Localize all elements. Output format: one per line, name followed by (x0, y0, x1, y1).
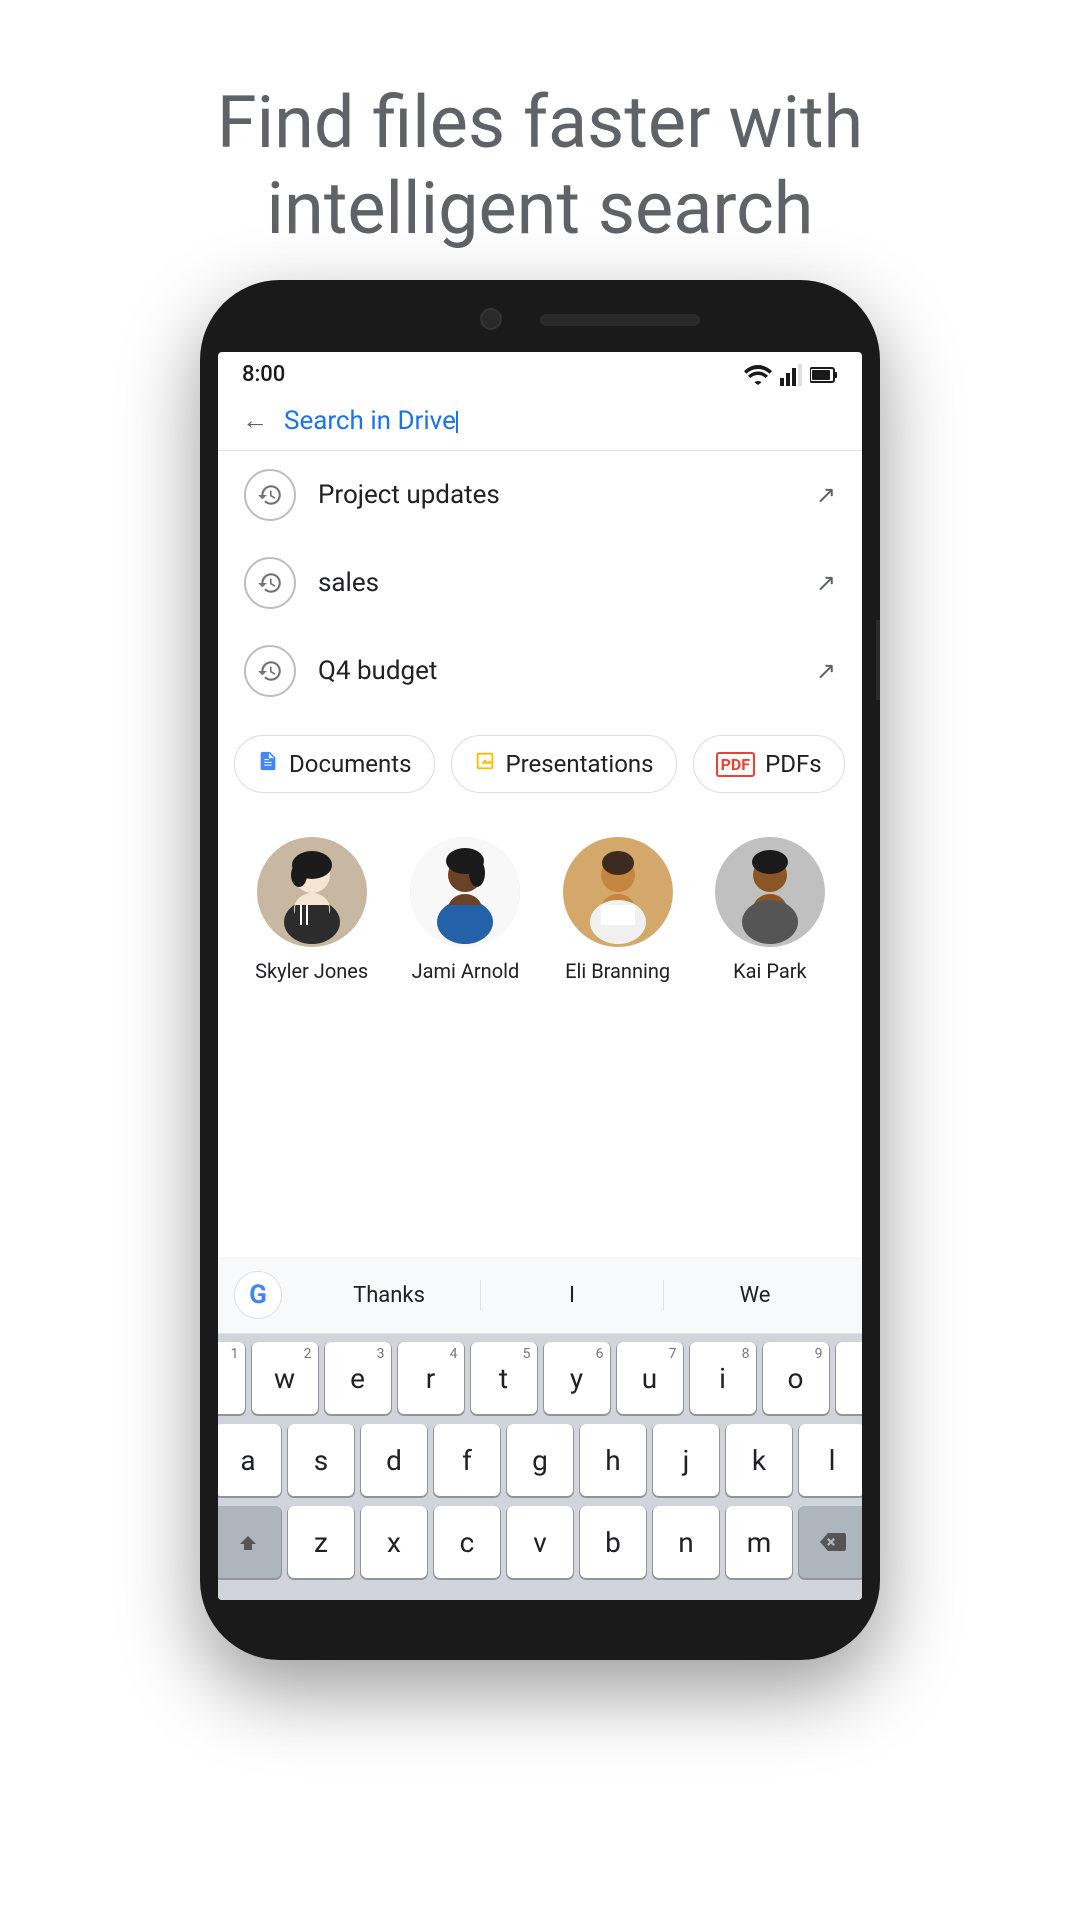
key-i[interactable]: 8i (690, 1342, 756, 1414)
arrow-icon: ↗ (816, 481, 836, 509)
key-g[interactable]: g (507, 1424, 573, 1496)
history-icon (244, 469, 296, 521)
key-b[interactable]: b (580, 1506, 646, 1578)
arrow-icon: ↗ (816, 569, 836, 597)
people-row: Skyler Jones Jami Arnold (218, 813, 862, 999)
key-o[interactable]: 9o (763, 1342, 829, 1414)
suggestion-i[interactable]: I (481, 1283, 663, 1308)
person-eli[interactable]: Eli Branning (563, 837, 673, 983)
presentations-icon (474, 750, 496, 778)
key-n[interactable]: n (653, 1506, 719, 1578)
keyboard-rows: 1q 2w 3e 4r 5t 6y 7u 8i 9o 0p a s d f (218, 1334, 862, 1600)
key-c[interactable]: c (434, 1506, 500, 1578)
back-button[interactable]: ← (242, 405, 268, 436)
avatar-skyler (257, 837, 367, 947)
key-l[interactable]: l (799, 1424, 862, 1496)
page-header: Find files faster with intelligent searc… (0, 0, 1080, 293)
chip-pres-label: Presentations (506, 750, 654, 778)
clock: 8:00 (242, 362, 285, 387)
history-text: Q4 budget (318, 656, 816, 686)
history-icon (244, 645, 296, 697)
key-d[interactable]: d (361, 1424, 427, 1496)
key-f[interactable]: f (434, 1424, 500, 1496)
person-jami-name: Jami Arnold (412, 959, 520, 983)
key-s[interactable]: s (288, 1424, 354, 1496)
person-kai[interactable]: Kai Park (715, 837, 825, 983)
google-logo: G (234, 1271, 282, 1319)
history-item[interactable]: Q4 budget ↗ (234, 627, 846, 715)
avatar-eli (563, 837, 673, 947)
phone-volume-button (876, 620, 880, 700)
key-k[interactable]: k (726, 1424, 792, 1496)
key-row-1: 1q 2w 3e 4r 5t 6y 7u 8i 9o 0p (224, 1342, 856, 1414)
key-row-3: z x c v b n m (224, 1506, 856, 1578)
chip-docs-label: Documents (289, 750, 412, 778)
header-line1: Find files faster with (217, 80, 863, 165)
chip-presentations[interactable]: Presentations (451, 735, 677, 793)
key-x[interactable]: x (361, 1506, 427, 1578)
person-eli-name: Eli Branning (565, 959, 670, 983)
keyboard-suggestions: G Thanks I We (218, 1257, 862, 1334)
key-w[interactable]: 2w (252, 1342, 318, 1414)
key-m[interactable]: m (726, 1506, 792, 1578)
search-bar[interactable]: ← Search in Drive (218, 395, 862, 451)
key-u[interactable]: 7u (617, 1342, 683, 1414)
avatar-kai (715, 837, 825, 947)
person-kai-name: Kai Park (733, 959, 807, 983)
chip-pdf-label: PDFs (765, 750, 822, 778)
signal-icon (780, 364, 802, 386)
chip-documents[interactable]: Documents (234, 735, 435, 793)
status-bar: 8:00 (218, 352, 862, 395)
phone-camera (480, 308, 502, 330)
phone-speaker (540, 314, 700, 326)
key-v[interactable]: v (507, 1506, 573, 1578)
chips-row: Documents Presentations PDF PDFs (218, 715, 862, 813)
status-icons (744, 364, 838, 386)
key-p[interactable]: 0p (836, 1342, 863, 1414)
shift-key[interactable] (218, 1506, 281, 1578)
delete-key[interactable] (799, 1506, 862, 1578)
key-a[interactable]: a (218, 1424, 281, 1496)
history-text: sales (318, 568, 816, 598)
phone-screen: 8:00 (218, 352, 862, 1600)
key-e[interactable]: 3e (325, 1342, 391, 1414)
key-r[interactable]: 4r (398, 1342, 464, 1414)
search-placeholder: Search in Drive (284, 406, 456, 436)
key-row-2: a s d f g h j k l (224, 1424, 856, 1496)
key-y[interactable]: 6y (544, 1342, 610, 1414)
history-item[interactable]: Project updates ↗ (234, 451, 846, 539)
wifi-icon (744, 365, 772, 385)
key-j[interactable]: j (653, 1424, 719, 1496)
chip-pdfs[interactable]: PDF PDFs (693, 735, 845, 793)
person-skyler[interactable]: Skyler Jones (255, 837, 368, 983)
arrow-icon: ↗ (816, 657, 836, 685)
docs-icon (257, 750, 279, 778)
person-skyler-name: Skyler Jones (255, 959, 368, 983)
history-icon (244, 557, 296, 609)
key-z[interactable]: z (288, 1506, 354, 1578)
search-input[interactable]: Search in Drive (284, 406, 838, 436)
suggestion-we[interactable]: We (664, 1283, 846, 1308)
person-jami[interactable]: Jami Arnold (410, 837, 520, 983)
history-list: Project updates ↗ sales ↗ (218, 451, 862, 715)
key-h[interactable]: h (580, 1424, 646, 1496)
suggestion-thanks[interactable]: Thanks (298, 1283, 480, 1308)
key-q[interactable]: 1q (218, 1342, 245, 1414)
phone-frame: 8:00 (200, 280, 880, 1660)
key-t[interactable]: 5t (471, 1342, 537, 1414)
history-text: Project updates (318, 480, 816, 510)
history-item[interactable]: sales ↗ (234, 539, 846, 627)
battery-icon (810, 366, 838, 384)
avatar-jami (410, 837, 520, 947)
header-line2: intelligent search (267, 166, 814, 251)
pdf-icon: PDF (716, 752, 756, 777)
keyboard-area: G Thanks I We 1q 2w 3e 4r 5t 6y 7u (218, 1257, 862, 1600)
